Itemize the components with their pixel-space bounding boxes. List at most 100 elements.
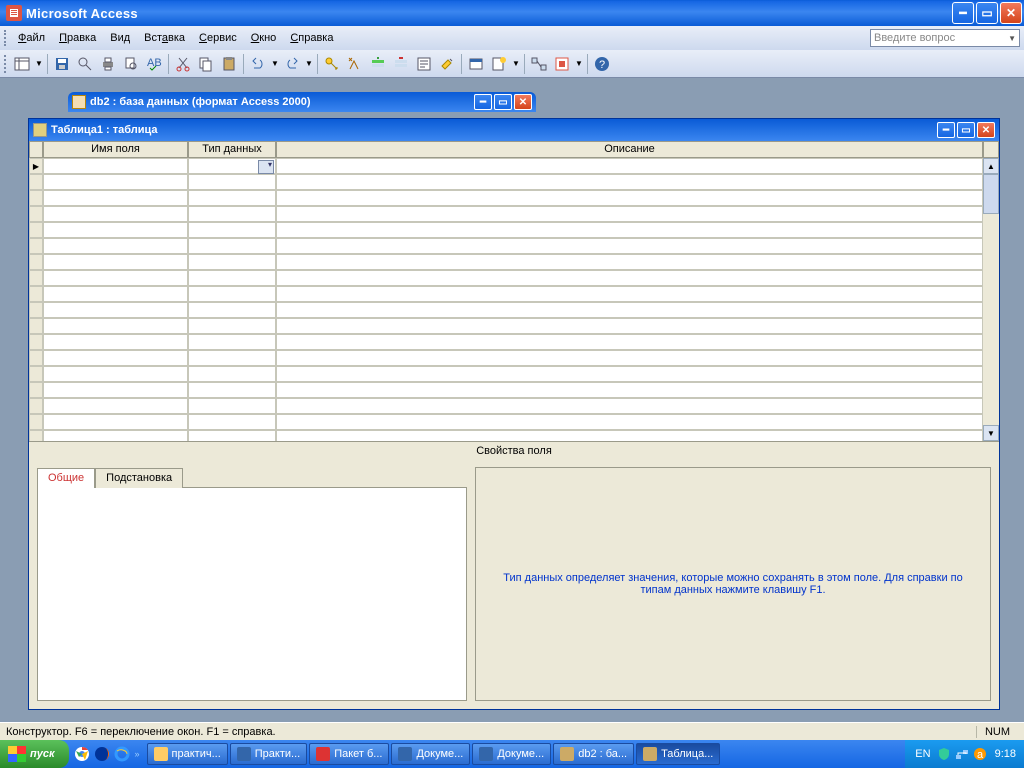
grid-row[interactable] bbox=[29, 206, 999, 222]
taskbar-item[interactable]: практич... bbox=[147, 743, 228, 765]
relationships-button[interactable] bbox=[528, 53, 550, 75]
grid-header-fieldname[interactable]: Имя поля bbox=[43, 141, 188, 158]
cell-datatype[interactable] bbox=[188, 270, 276, 286]
cell-datatype[interactable] bbox=[188, 414, 276, 430]
cell-datatype[interactable] bbox=[188, 366, 276, 382]
cell-fieldname[interactable] bbox=[43, 238, 188, 254]
grid-row[interactable] bbox=[29, 334, 999, 350]
row-selector[interactable] bbox=[29, 382, 43, 398]
tray-shield-icon[interactable] bbox=[937, 747, 951, 761]
grid-row[interactable] bbox=[29, 270, 999, 286]
tab-general[interactable]: Общие bbox=[37, 468, 95, 488]
grid-header-description[interactable]: Описание bbox=[276, 141, 983, 158]
tray-avast-icon[interactable]: a bbox=[973, 747, 987, 761]
help-button[interactable]: ? bbox=[591, 53, 613, 75]
scroll-up-icon[interactable]: ▲ bbox=[983, 158, 999, 174]
cell-datatype[interactable] bbox=[188, 206, 276, 222]
ql-firefox-icon[interactable] bbox=[93, 744, 111, 764]
tblwin-maximize-button[interactable]: ▭ bbox=[957, 122, 975, 138]
menu-file[interactable]: Файл bbox=[12, 29, 51, 47]
cell-fieldname[interactable] bbox=[43, 222, 188, 238]
row-selector[interactable] bbox=[29, 318, 43, 334]
cell-datatype[interactable] bbox=[188, 350, 276, 366]
cell-datatype[interactable] bbox=[188, 318, 276, 334]
grid-row[interactable] bbox=[29, 286, 999, 302]
row-selector[interactable] bbox=[29, 174, 43, 190]
database-window-button[interactable] bbox=[465, 53, 487, 75]
ql-overflow-icon[interactable]: » bbox=[133, 749, 142, 759]
cell-fieldname[interactable] bbox=[43, 334, 188, 350]
grid-row[interactable] bbox=[29, 318, 999, 334]
menu-edit[interactable]: Правка bbox=[53, 29, 102, 47]
tray-clock[interactable]: 9:18 bbox=[991, 748, 1016, 760]
grid-row[interactable] bbox=[29, 398, 999, 414]
grid-row[interactable] bbox=[29, 366, 999, 382]
grid-body[interactable] bbox=[29, 158, 999, 441]
cell-fieldname[interactable] bbox=[43, 254, 188, 270]
cell-fieldname[interactable] bbox=[43, 366, 188, 382]
tblwin-close-button[interactable]: ✕ bbox=[977, 122, 995, 138]
properties-button[interactable] bbox=[413, 53, 435, 75]
cell-fieldname[interactable] bbox=[43, 174, 188, 190]
menu-insert[interactable]: Вставка bbox=[138, 29, 191, 47]
table-window-titlebar[interactable]: Таблица1 : таблица ━ ▭ ✕ bbox=[29, 119, 999, 141]
grid-vscrollbar[interactable]: ▲ ▼ bbox=[983, 158, 999, 441]
grid-row[interactable] bbox=[29, 254, 999, 270]
cell-description[interactable] bbox=[276, 206, 983, 222]
row-selector[interactable] bbox=[29, 222, 43, 238]
cell-datatype[interactable] bbox=[188, 238, 276, 254]
dbwin-close-button[interactable]: ✕ bbox=[514, 94, 532, 110]
cell-datatype[interactable] bbox=[188, 382, 276, 398]
office-links-button[interactable] bbox=[551, 53, 573, 75]
cell-description[interactable] bbox=[276, 382, 983, 398]
undo-button[interactable] bbox=[247, 53, 269, 75]
scroll-thumb[interactable] bbox=[983, 174, 999, 214]
save-button[interactable] bbox=[51, 53, 73, 75]
grid-header-datatype[interactable]: Тип данных bbox=[188, 141, 276, 158]
cell-datatype[interactable] bbox=[188, 398, 276, 414]
cell-datatype[interactable] bbox=[188, 302, 276, 318]
row-selector[interactable] bbox=[29, 366, 43, 382]
print-button[interactable] bbox=[97, 53, 119, 75]
spelling-button[interactable]: ABC bbox=[143, 53, 165, 75]
copy-button[interactable] bbox=[195, 53, 217, 75]
redo-button[interactable] bbox=[281, 53, 303, 75]
row-selector[interactable] bbox=[29, 398, 43, 414]
scroll-down-icon[interactable]: ▼ bbox=[983, 425, 999, 441]
ql-ie-icon[interactable] bbox=[113, 744, 131, 764]
help-question-box[interactable]: Введите вопрос ▼ bbox=[870, 29, 1020, 47]
tray-network-icon[interactable] bbox=[955, 747, 969, 761]
dbwin-maximize-button[interactable]: ▭ bbox=[494, 94, 512, 110]
row-selector[interactable] bbox=[29, 286, 43, 302]
cell-description[interactable] bbox=[276, 174, 983, 190]
cell-datatype[interactable] bbox=[188, 254, 276, 270]
cell-description[interactable] bbox=[276, 270, 983, 286]
cell-fieldname[interactable] bbox=[43, 350, 188, 366]
grid-row[interactable] bbox=[29, 190, 999, 206]
row-selector[interactable] bbox=[29, 206, 43, 222]
undo-dropdown-button[interactable]: ▼ bbox=[270, 53, 280, 75]
delete-rows-button[interactable] bbox=[390, 53, 412, 75]
ql-chrome-icon[interactable] bbox=[73, 744, 91, 764]
cell-description[interactable] bbox=[276, 398, 983, 414]
cell-description[interactable] bbox=[276, 430, 983, 441]
database-window-titlebar[interactable]: db2 : база данных (формат Access 2000) ━… bbox=[68, 92, 536, 112]
app-minimize-button[interactable]: ━ bbox=[952, 2, 974, 24]
field-design-grid[interactable]: Имя поля Тип данных Описание bbox=[29, 141, 999, 441]
print-preview-button[interactable] bbox=[120, 53, 142, 75]
app-maximize-button[interactable]: ▭ bbox=[976, 2, 998, 24]
view-dropdown-button[interactable]: ▼ bbox=[34, 53, 44, 75]
view-button[interactable] bbox=[11, 53, 33, 75]
cell-description[interactable] bbox=[276, 190, 983, 206]
grid-row[interactable] bbox=[29, 174, 999, 190]
taskbar-item[interactable]: Докуме... bbox=[391, 743, 470, 765]
cell-fieldname[interactable] bbox=[43, 270, 188, 286]
taskbar-item[interactable]: Пакет б... bbox=[309, 743, 389, 765]
cell-description[interactable] bbox=[276, 414, 983, 430]
row-selector[interactable] bbox=[29, 350, 43, 366]
cell-fieldname[interactable] bbox=[43, 318, 188, 334]
grid-row[interactable] bbox=[29, 158, 999, 174]
row-selector[interactable] bbox=[29, 254, 43, 270]
indexes-button[interactable] bbox=[344, 53, 366, 75]
cell-description[interactable] bbox=[276, 286, 983, 302]
